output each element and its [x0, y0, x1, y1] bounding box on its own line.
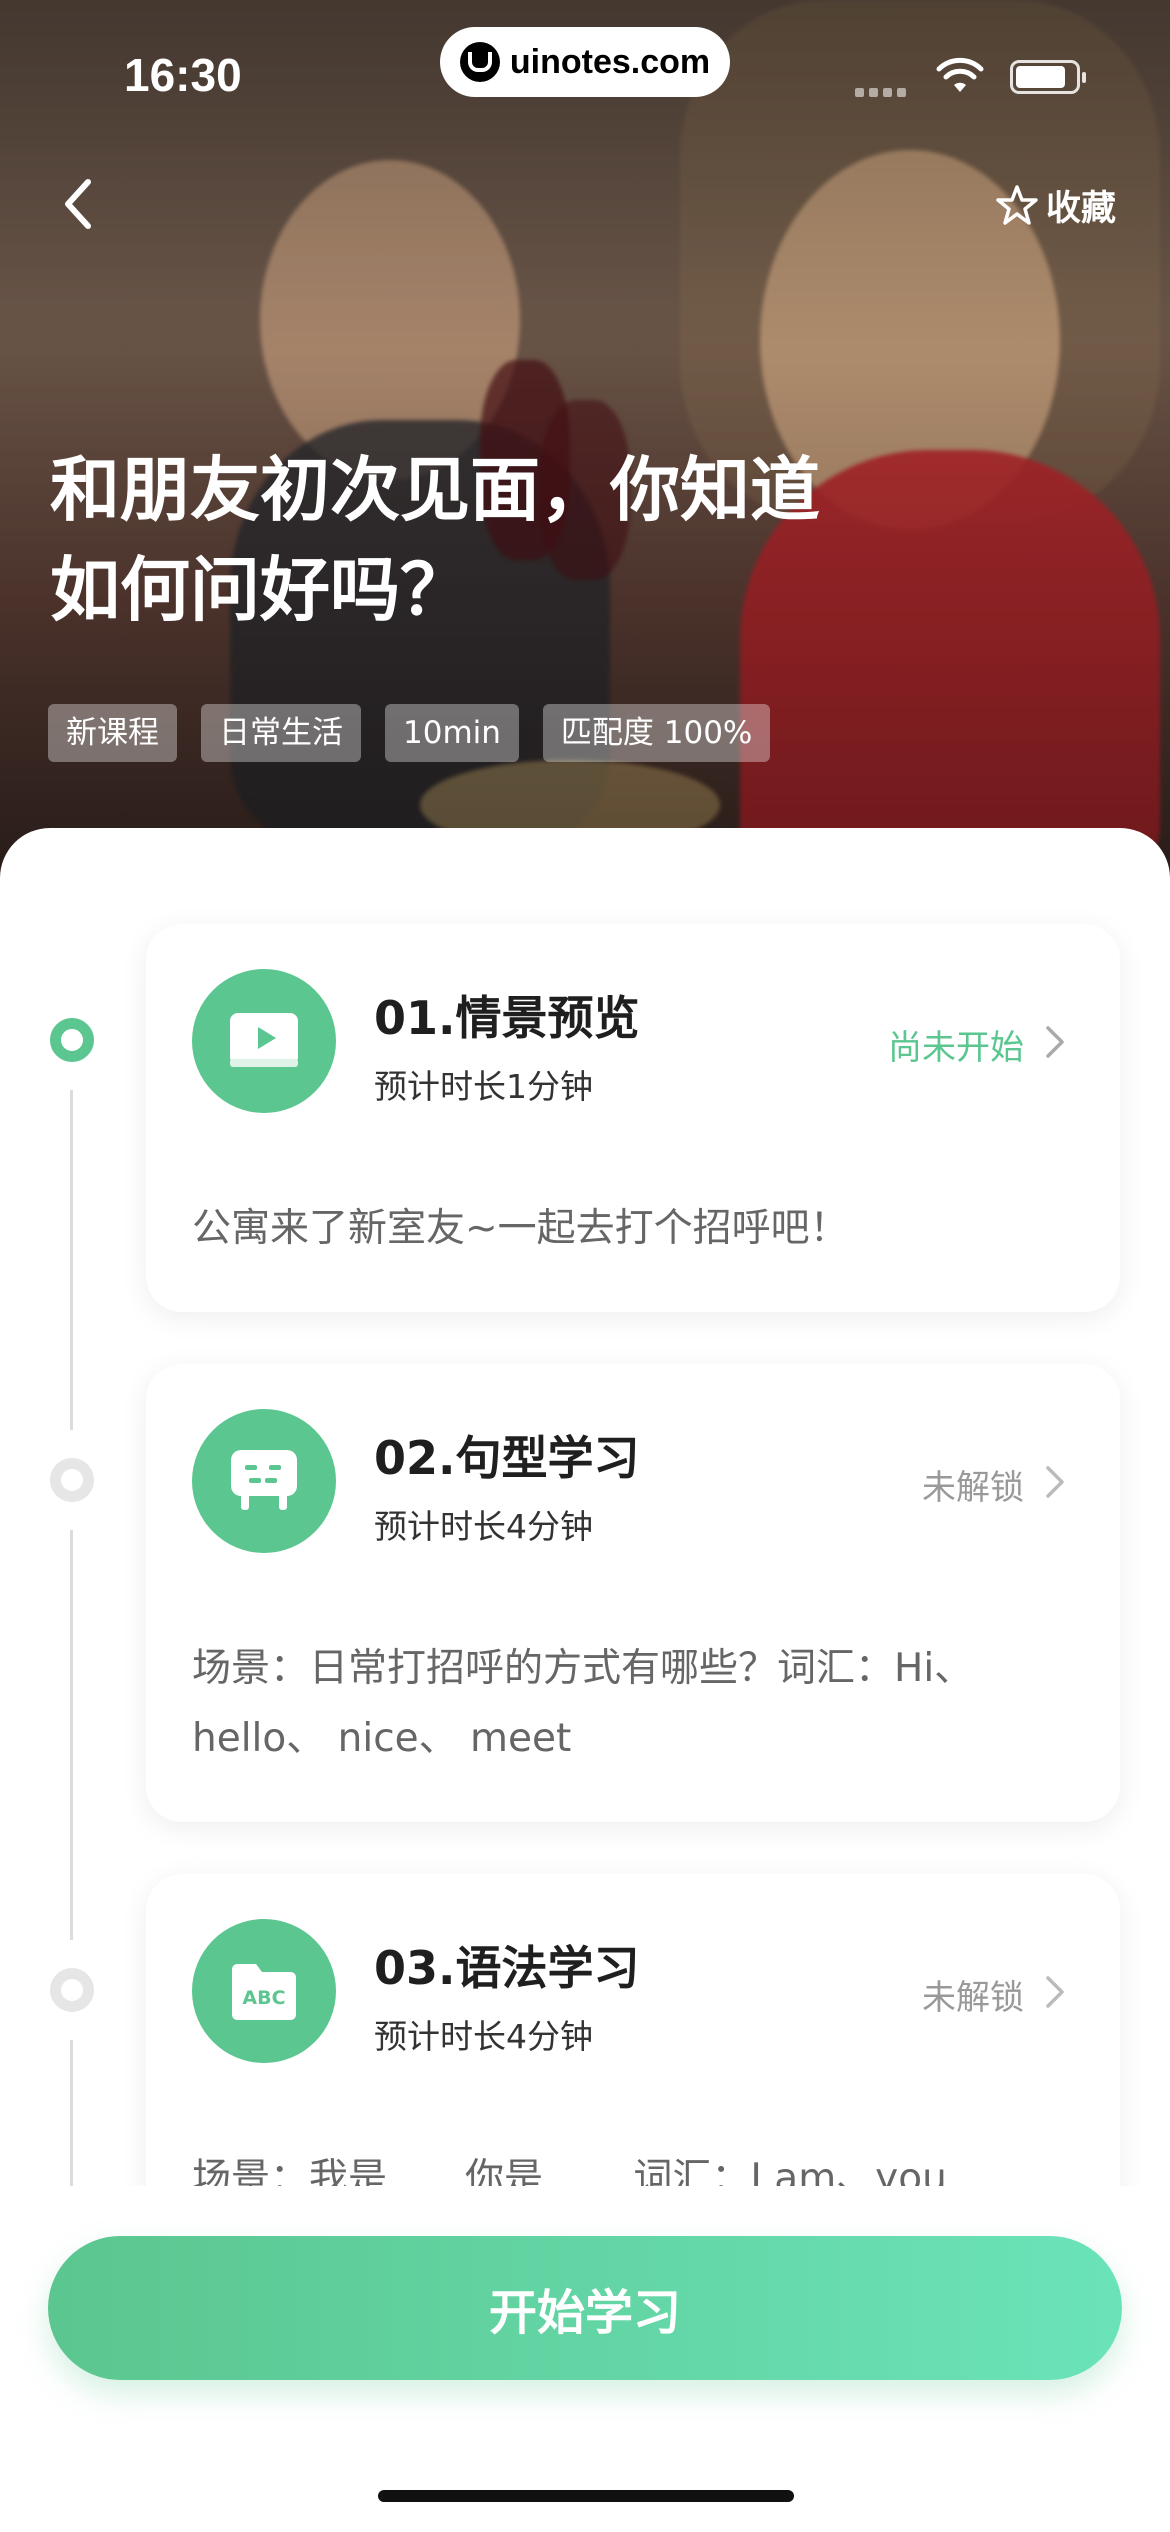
- lesson-description: 公寓来了新室友~一起去打个招呼吧！: [192, 1206, 849, 1251]
- lesson-title: 02.句型学习: [374, 1431, 640, 1485]
- course-title: 和朋友初次见面，你知道 如何问好吗？: [50, 440, 950, 640]
- lesson-title: 01.情景预览: [374, 991, 640, 1045]
- tag-new-course: 新课程: [48, 704, 177, 762]
- chevron-right-icon: [1046, 1466, 1064, 1498]
- url-pill: uinotes.com: [440, 27, 730, 97]
- tag-match: 匹配度 100%: [542, 704, 771, 762]
- lesson-duration: 预计时长1分钟: [374, 1067, 593, 1106]
- chevron-right-icon: [1046, 1976, 1064, 2008]
- favorite-label: 收藏: [1046, 188, 1117, 229]
- wifi-icon: [936, 57, 984, 92]
- site-logo-icon: [459, 42, 500, 82]
- favorite-button[interactable]: 收藏: [996, 180, 1116, 230]
- cellular-signal-icon: [855, 82, 911, 101]
- lesson-title: 03.语法学习: [374, 1941, 640, 1995]
- lesson-duration: 预计时长4分钟: [374, 1507, 593, 1546]
- status-time: 16:30: [124, 49, 242, 101]
- lesson-status: 尚未开始: [888, 1028, 1024, 1068]
- timeline-dot-active: [50, 1018, 94, 1062]
- video-play-icon: [192, 969, 336, 1113]
- site-domain: uinotes.com: [509, 42, 711, 81]
- battery-icon: [1010, 60, 1086, 94]
- back-chevron-icon[interactable]: [48, 168, 118, 238]
- lesson-duration: 预计时长4分钟: [374, 2017, 593, 2056]
- tag-category: 日常生活: [201, 704, 361, 762]
- abc-folder-icon: ABC: [192, 1919, 336, 2063]
- star-icon: [996, 185, 1038, 225]
- lesson-status: 未解锁: [922, 1468, 1024, 1508]
- abc-icon-text: ABC: [242, 1987, 285, 2009]
- course-title-line-1: 和朋友初次见面，你知道: [50, 449, 820, 531]
- timeline-connector: [70, 1530, 73, 1940]
- timeline-connector: [70, 2040, 73, 2200]
- home-indicator: [378, 2490, 794, 2502]
- timeline-dot-locked: [50, 1458, 94, 1502]
- timeline-dot-locked: [50, 1968, 94, 2012]
- start-learning-button[interactable]: 开始学习: [48, 2236, 1122, 2380]
- lesson-card[interactable]: 01.情景预览 预计时长1分钟 尚未开始 公寓来了新室友~一起去打个招呼吧！: [146, 924, 1120, 1312]
- course-tags: 新课程 日常生活 10min 匹配度 100%: [48, 704, 794, 762]
- timeline-connector: [70, 1090, 73, 1430]
- chat-bubble-icon: [192, 1409, 336, 1553]
- lesson-description: 场景：日常打招呼的方式有哪些？词汇：Hi、hello、 nice、 meet: [192, 1646, 974, 1761]
- status-bar: 16:30 uinotes.com: [0, 0, 1170, 150]
- lesson-card[interactable]: 02.句型学习 预计时长4分钟 未解锁 场景：日常打招呼的方式有哪些？词汇：Hi…: [146, 1364, 1120, 1822]
- tag-duration: 10min: [385, 704, 519, 762]
- course-title-line-2: 如何问好吗？: [50, 549, 470, 631]
- chevron-right-icon: [1046, 1026, 1064, 1058]
- lesson-status: 未解锁: [922, 1978, 1024, 2018]
